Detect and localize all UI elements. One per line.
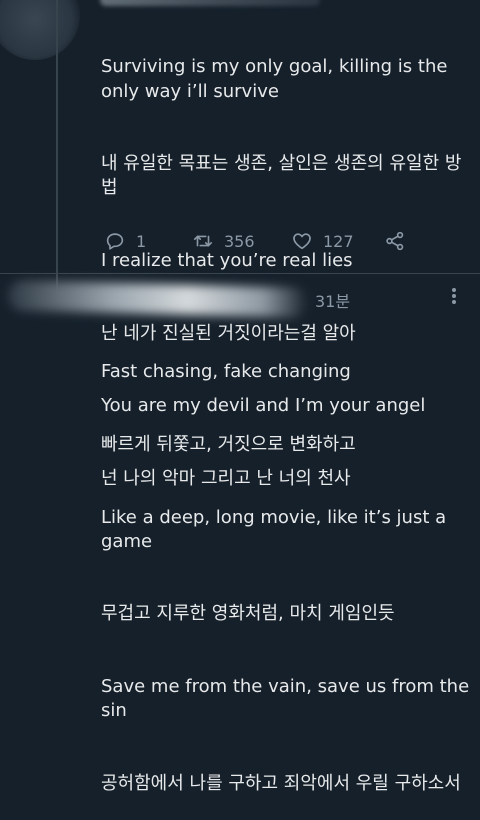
lyric-line: 내 유일한 목표는 생존, 살인은 생존의 유일한 방법 xyxy=(101,153,462,199)
thread-connector-line xyxy=(56,0,58,290)
author-avatar-redacted[interactable] xyxy=(0,0,80,60)
like-count: 127 xyxy=(323,231,354,251)
lyric-line: 공허함에서 나를 구하고 죄악에서 우릴 구하소서 xyxy=(101,772,461,794)
retweet-count: 356 xyxy=(224,231,255,251)
lyric-line: Like a deep, long movie, like it’s just … xyxy=(101,506,452,552)
tweet-timestamp[interactable]: 31분 xyxy=(315,288,350,312)
share-button[interactable] xyxy=(384,230,406,252)
lyric-line: 빠르게 뒤쫓고, 거짓으로 변화하고 xyxy=(101,434,356,456)
retweet-icon xyxy=(193,235,213,247)
tweet-divider xyxy=(0,273,480,274)
reply-count: 1 xyxy=(136,231,147,251)
reply-button[interactable]: 1 xyxy=(104,230,146,252)
more-dot-icon xyxy=(452,294,456,298)
share-icon xyxy=(386,231,404,251)
lyric-line: Fast chasing, fake changing xyxy=(101,361,351,383)
lyric-line: 무겁고 지루한 영화처럼, 마치 게임인듯 xyxy=(101,603,395,625)
heart-icon xyxy=(293,233,311,250)
lyric-line: Save me from the vain, save us from the … xyxy=(101,676,475,722)
author-name-redacted xyxy=(100,0,320,6)
tweet-actions: 1 356 127 xyxy=(100,230,420,260)
more-dot-icon xyxy=(452,288,456,292)
like-button[interactable]: 127 xyxy=(291,230,354,252)
retweet-button[interactable]: 356 xyxy=(192,230,255,252)
more-options-button[interactable] xyxy=(446,286,462,306)
reply-icon xyxy=(106,233,124,250)
more-dot-icon xyxy=(452,300,456,304)
tweet-text: Fast chasing, fake changing 빠르게 뒤쫓고, 거짓으… xyxy=(101,312,476,820)
lyric-line: Surviving is my only goal, killing is th… xyxy=(101,56,454,102)
